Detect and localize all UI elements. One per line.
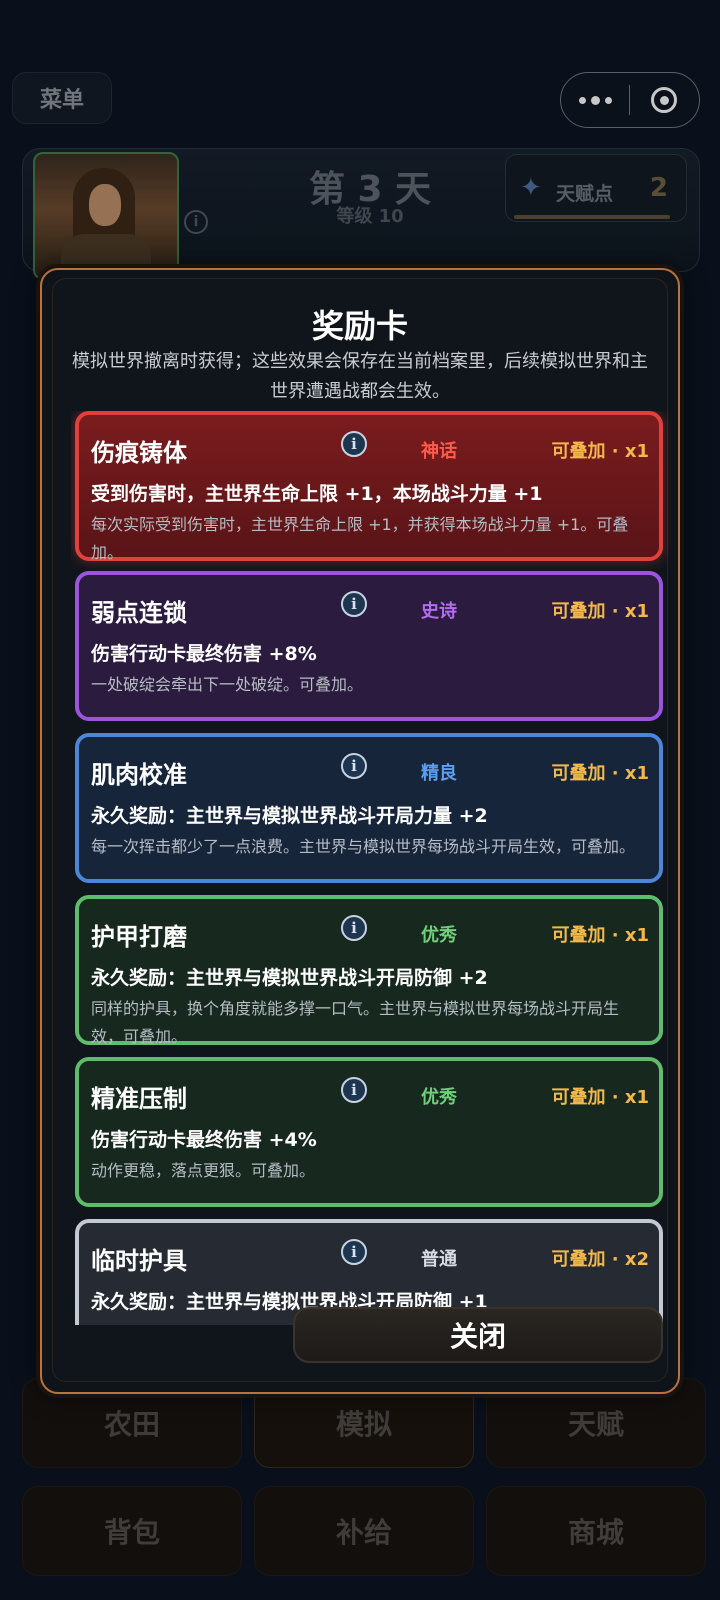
info-icon[interactable]: i [341,591,367,617]
modal-description: 模拟世界撤离时获得；这些效果会保存在当前档案里，后续模拟世界和主世界遭遇战都会生… [72,351,648,402]
card-name: 护甲打磨 [91,923,187,951]
reward-card[interactable]: 精准压制 i 优秀 可叠加 · x1 伤害行动卡最终伤害 +4% 动作更稳，落点… [75,1057,663,1207]
card-effect: 永久奖励：主世界与模拟世界战斗开局防御 +2 [91,967,488,989]
card-rarity: 神话 [421,441,457,462]
card-flavor: 每次实际受到伤害时，主世界生命上限 +1，并获得本场战斗力量 +1。可叠加。 [91,515,629,562]
card-flavor: 同样的护具，换个角度就能多撑一口气。主世界与模拟世界每场战斗开局生效，可叠加。 [91,999,620,1046]
card-rarity: 优秀 [421,1087,457,1108]
reward-card[interactable]: 护甲打磨 i 优秀 可叠加 · x1 永久奖励：主世界与模拟世界战斗开局防御 +… [75,895,663,1046]
reward-cards-modal: 奖励卡 模拟世界撤离时获得；这些效果会保存在当前档案里，后续模拟世界和主世界遭遇… [40,268,680,1394]
card-stack-count: 可叠加 · x1 [551,763,649,784]
reward-card[interactable]: 弱点连锁 i 史诗 可叠加 · x1 伤害行动卡最终伤害 +8% 一处破绽会牵出… [75,571,663,721]
reward-card[interactable]: 肌肉校准 i 精良 可叠加 · x1 永久奖励：主世界与模拟世界战斗开局力量 +… [75,733,663,883]
card-stack-count: 可叠加 · x1 [551,441,649,462]
reward-card-list[interactable]: 伤痕铸体 i 神话 可叠加 · x1 受到伤害时，主世界生命上限 +1，本场战斗… [71,411,671,1325]
info-icon[interactable]: i [341,915,367,941]
card-stack-count: 可叠加 · x1 [551,601,649,622]
card-rarity: 精良 [421,763,457,784]
close-button[interactable]: 关闭 [293,1307,663,1363]
reward-card[interactable]: 伤痕铸体 i 神话 可叠加 · x1 受到伤害时，主世界生命上限 +1，本场战斗… [75,411,663,562]
card-name: 临时护具 [91,1247,187,1275]
modal-body: 奖励卡 模拟世界撤离时获得；这些效果会保存在当前档案里，后续模拟世界和主世界遭遇… [52,278,668,1382]
info-icon[interactable]: i [341,1239,367,1265]
info-icon[interactable]: i [341,753,367,779]
card-flavor: 动作更稳，落点更狠。可叠加。 [91,1161,316,1180]
card-name: 弱点连锁 [91,599,187,627]
card-name: 伤痕铸体 [91,439,187,467]
card-name: 精准压制 [91,1085,187,1113]
card-rarity: 史诗 [421,601,457,622]
card-effect: 伤害行动卡最终伤害 +8% [91,643,317,665]
card-effect: 伤害行动卡最终伤害 +4% [91,1129,317,1151]
info-icon[interactable]: i [341,431,367,457]
card-stack-count: 可叠加 · x1 [551,925,649,946]
info-icon[interactable]: i [341,1077,367,1103]
card-stack-count: 可叠加 · x1 [551,1087,649,1108]
card-effect: 永久奖励：主世界与模拟世界战斗开局力量 +2 [91,805,488,827]
card-effect: 受到伤害时，主世界生命上限 +1，本场战斗力量 +1 [91,483,543,505]
card-rarity: 普通 [421,1249,457,1270]
modal-title: 奖励卡 [311,307,408,345]
card-rarity: 优秀 [421,925,457,946]
card-flavor: 每一次挥击都少了一点浪费。主世界与模拟世界每场战斗开局生效，可叠加。 [91,837,636,856]
card-name: 肌肉校准 [91,761,187,789]
card-flavor: 一处破绽会牵出下一处破绽。可叠加。 [91,675,364,694]
card-stack-count: 可叠加 · x2 [551,1249,649,1270]
